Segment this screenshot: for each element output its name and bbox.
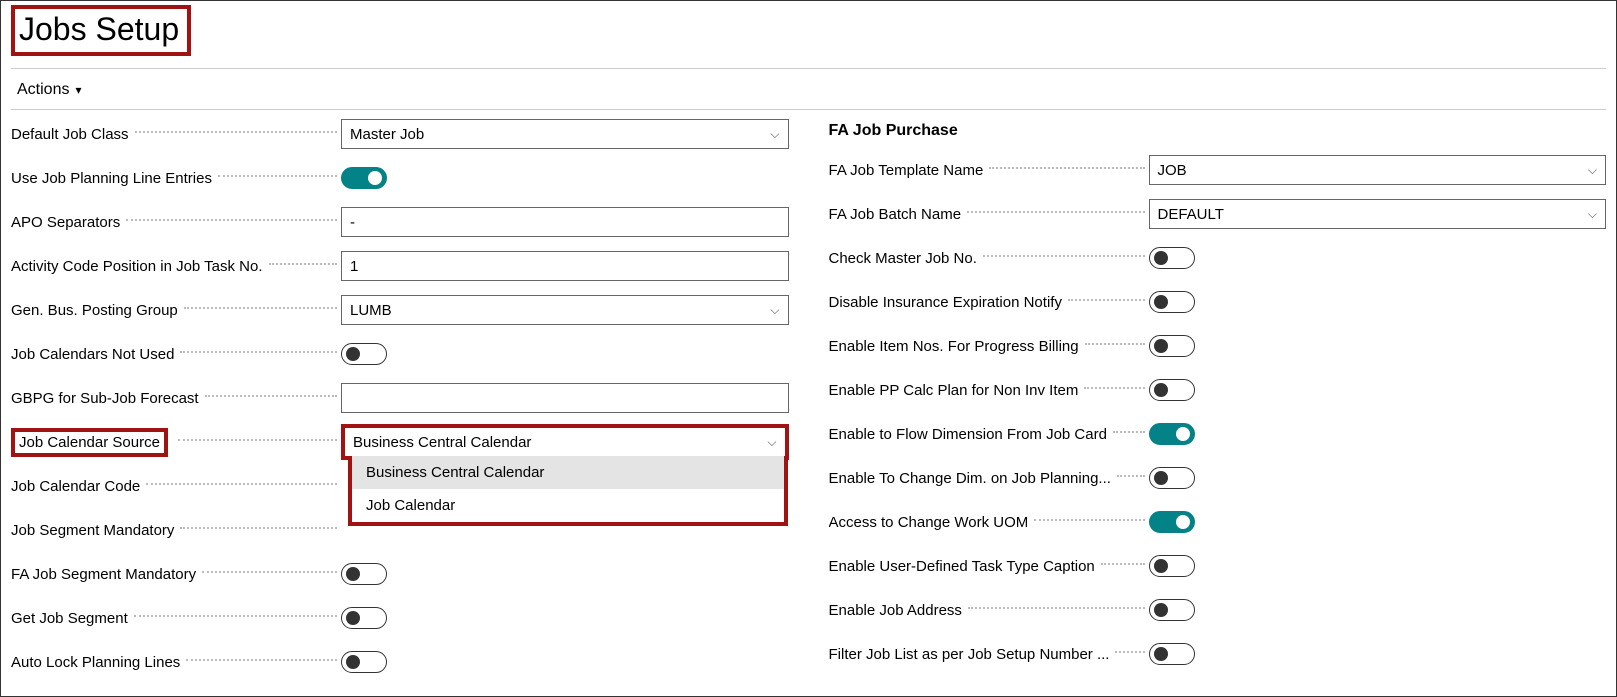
- label: Enable to Flow Dimension From Job Card: [829, 426, 1107, 443]
- row-disable-ins: Disable Insurance Expiration Notify: [829, 280, 1607, 324]
- fa-job-seg-mand-toggle[interactable]: [341, 563, 387, 585]
- select-value: DEFAULT: [1158, 206, 1224, 223]
- row-enable-job-address: Enable Job Address: [829, 588, 1607, 632]
- row-activity-code-pos: Activity Code Position in Job Task No.: [11, 244, 789, 288]
- label: Job Calendar Source: [19, 434, 160, 451]
- label: Job Calendar Code: [11, 478, 140, 495]
- disable-ins-toggle[interactable]: [1149, 291, 1195, 313]
- get-job-seg-toggle[interactable]: [341, 607, 387, 629]
- label: FA Job Batch Name: [829, 206, 962, 223]
- check-master-toggle[interactable]: [1149, 247, 1195, 269]
- enable-flow-dim-toggle[interactable]: [1149, 423, 1195, 445]
- enable-job-address-toggle[interactable]: [1149, 599, 1195, 621]
- job-cal-not-used-toggle[interactable]: [341, 343, 387, 365]
- row-auto-lock: Auto Lock Planning Lines: [11, 640, 789, 684]
- auto-lock-toggle[interactable]: [341, 651, 387, 673]
- row-use-job-planning: Use Job Planning Line Entries: [11, 156, 789, 200]
- filter-job-list-toggle[interactable]: [1149, 643, 1195, 665]
- enable-item-nos-toggle[interactable]: [1149, 335, 1195, 357]
- gbpg-subjob-input[interactable]: [341, 383, 789, 413]
- job-cal-source-select[interactable]: Business Central Calendar ⌵: [341, 424, 789, 460]
- label: Filter Job List as per Job Setup Number …: [829, 646, 1110, 663]
- label: Disable Insurance Expiration Notify: [829, 294, 1062, 311]
- label: Check Master Job No.: [829, 250, 977, 267]
- label: Activity Code Position in Job Task No.: [11, 258, 263, 275]
- row-fa-job-seg-mand: FA Job Segment Mandatory: [11, 552, 789, 596]
- label: Gen. Bus. Posting Group: [11, 302, 178, 319]
- chevron-down-icon: ⌵: [767, 435, 776, 450]
- row-enable-pp-calc: Enable PP Calc Plan for Non Inv Item: [829, 368, 1607, 412]
- dropdown-option-bcc[interactable]: Business Central Calendar: [352, 456, 784, 489]
- label: Job Calendars Not Used: [11, 346, 174, 363]
- label: Enable Item Nos. For Progress Billing: [829, 338, 1079, 355]
- label: FA Job Segment Mandatory: [11, 566, 196, 583]
- actions-menu[interactable]: Actions ▾: [11, 77, 1606, 109]
- left-column: Default Job Class Master Job ⌵ Use Job P…: [11, 112, 789, 684]
- label: Use Job Planning Line Entries: [11, 170, 212, 187]
- label: Job Segment Mandatory: [11, 522, 174, 539]
- chevron-down-icon: ⌵: [770, 303, 779, 318]
- row-fa-template: FA Job Template Name JOB ⌵: [829, 148, 1607, 192]
- row-apo-separators: APO Separators: [11, 200, 789, 244]
- activity-code-pos-input[interactable]: [341, 251, 789, 281]
- gen-bus-posting-select[interactable]: LUMB ⌵: [341, 295, 789, 325]
- row-enable-change-dim: Enable To Change Dim. on Job Planning...: [829, 456, 1607, 500]
- jobs-setup-page: Jobs Setup Actions ▾ Default Job Class M…: [0, 0, 1617, 697]
- chevron-down-icon: ⌵: [1588, 163, 1597, 178]
- row-check-master: Check Master Job No.: [829, 236, 1607, 280]
- section-fa-job-purchase: FA Job Purchase: [829, 112, 1607, 148]
- label: FA Job Template Name: [829, 162, 984, 179]
- access-uom-toggle[interactable]: [1149, 511, 1195, 533]
- fa-batch-select[interactable]: DEFAULT ⌵: [1149, 199, 1607, 229]
- row-enable-item-nos: Enable Item Nos. For Progress Billing: [829, 324, 1607, 368]
- divider: [11, 68, 1606, 69]
- enable-change-dim-toggle[interactable]: [1149, 467, 1195, 489]
- label: Auto Lock Planning Lines: [11, 654, 180, 671]
- select-value: LUMB: [350, 302, 392, 319]
- right-column: FA Job Purchase FA Job Template Name JOB…: [829, 112, 1607, 684]
- label: Enable Job Address: [829, 602, 962, 619]
- label: Enable User-Defined Task Type Caption: [829, 558, 1095, 575]
- use-job-planning-toggle[interactable]: [341, 167, 387, 189]
- row-access-uom: Access to Change Work UOM: [829, 500, 1607, 544]
- job-cal-source-label-hl: Job Calendar Source: [11, 428, 168, 457]
- job-cal-source-dropdown: Business Central Calendar Job Calendar: [348, 456, 788, 526]
- row-job-cal-source: Job Calendar Source Business Central Cal…: [11, 420, 789, 464]
- row-enable-flow-dim: Enable to Flow Dimension From Job Card: [829, 412, 1607, 456]
- row-gen-bus-posting: Gen. Bus. Posting Group LUMB ⌵: [11, 288, 789, 332]
- select-value: JOB: [1158, 162, 1187, 179]
- label: Enable PP Calc Plan for Non Inv Item: [829, 382, 1079, 399]
- label: APO Separators: [11, 214, 120, 231]
- row-get-job-seg: Get Job Segment: [11, 596, 789, 640]
- label: Get Job Segment: [11, 610, 128, 627]
- label: Enable To Change Dim. on Job Planning...: [829, 470, 1111, 487]
- label: GBPG for Sub-Job Forecast: [11, 390, 199, 407]
- content-columns: Default Job Class Master Job ⌵ Use Job P…: [11, 109, 1606, 684]
- row-filter-job-list: Filter Job List as per Job Setup Number …: [829, 632, 1607, 676]
- chevron-down-icon: ▾: [75, 83, 81, 97]
- apo-separators-input[interactable]: [341, 207, 789, 237]
- page-title: Jobs Setup: [19, 11, 179, 47]
- enable-pp-calc-toggle[interactable]: [1149, 379, 1195, 401]
- select-value: Business Central Calendar: [353, 434, 531, 451]
- chevron-down-icon: ⌵: [770, 127, 779, 142]
- fa-template-select[interactable]: JOB ⌵: [1149, 155, 1607, 185]
- actions-label: Actions: [17, 81, 69, 99]
- label: Access to Change Work UOM: [829, 514, 1029, 531]
- default-job-class-select[interactable]: Master Job ⌵: [341, 119, 789, 149]
- row-gbpg-subjob: GBPG for Sub-Job Forecast: [11, 376, 789, 420]
- dropdown-option-jc[interactable]: Job Calendar: [352, 489, 784, 522]
- label: Default Job Class: [11, 126, 129, 143]
- row-default-job-class: Default Job Class Master Job ⌵: [11, 112, 789, 156]
- chevron-down-icon: ⌵: [1588, 207, 1597, 222]
- row-enable-task-caption: Enable User-Defined Task Type Caption: [829, 544, 1607, 588]
- select-value: Master Job: [350, 126, 424, 143]
- enable-task-caption-toggle[interactable]: [1149, 555, 1195, 577]
- row-job-cal-not-used: Job Calendars Not Used: [11, 332, 789, 376]
- page-title-box: Jobs Setup: [11, 5, 191, 56]
- row-fa-batch: FA Job Batch Name DEFAULT ⌵: [829, 192, 1607, 236]
